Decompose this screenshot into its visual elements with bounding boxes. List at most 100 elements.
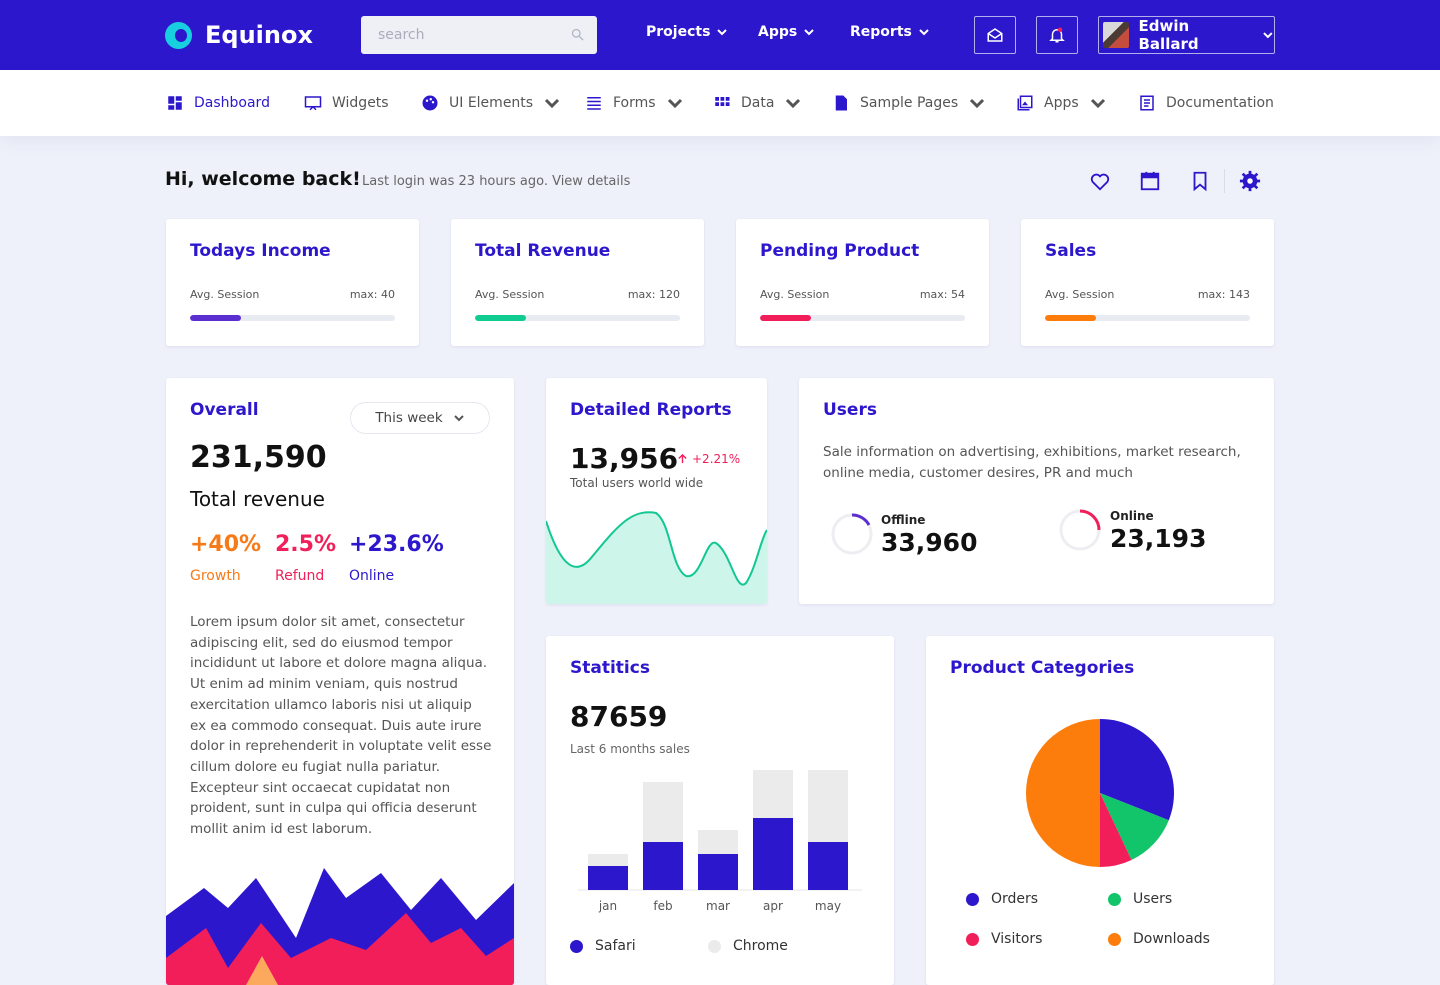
online-value: 23,193 [1110, 524, 1207, 553]
statistics-value: 87659 [570, 700, 668, 733]
legend-visitors: Visitors [966, 931, 1042, 947]
nav-reports[interactable]: Reports [850, 24, 930, 40]
metric-value: 2.5% [275, 532, 337, 557]
chevron-down-icon [919, 29, 929, 36]
offline-label: Offline [881, 513, 926, 527]
stat-label: Avg. Session [1045, 288, 1115, 301]
pie-slice-downloads [1026, 719, 1100, 867]
chevron-down-icon [667, 98, 682, 109]
progress-fill [760, 315, 812, 321]
mail-icon [987, 28, 1003, 42]
stat-card-total-revenue: Total Revenue Avg. Session max: 120 [451, 219, 704, 346]
subnav-sample-pages[interactable]: Sample Pages [832, 94, 986, 112]
x-tick-label: apr [763, 899, 783, 913]
avatar [1103, 22, 1129, 48]
period-select[interactable]: This week [350, 402, 490, 434]
chevron-down-icon [1090, 98, 1105, 109]
chevron-down-icon [717, 29, 728, 36]
legend-users: Users [1108, 891, 1172, 907]
report-change: +2.21% [692, 452, 741, 466]
subnav-data[interactable]: Data [713, 94, 802, 112]
legend-orders: Orders [966, 891, 1038, 907]
toolbar-divider [1224, 169, 1225, 193]
x-tick-label: mar [706, 899, 730, 913]
bar-safari-feb [643, 842, 683, 890]
palette-icon [422, 95, 438, 111]
bar-chrome-may [808, 770, 848, 842]
stat-max: max: 143 [1197, 288, 1250, 301]
stat-max: max: 54 [919, 288, 965, 301]
search-input[interactable] [361, 16, 597, 54]
card-title: Sales [1045, 241, 1097, 261]
card-title: Overall [190, 400, 259, 420]
card-title: Todays Income [190, 241, 331, 261]
chevron-down-icon [970, 98, 985, 109]
gear-icon[interactable] [1239, 170, 1261, 192]
mail-button[interactable] [974, 16, 1016, 54]
stat-card-todays-income: Todays Income Avg. Session max: 40 [166, 219, 419, 346]
overall-area-decoration [166, 868, 514, 985]
arrow-up-icon [678, 453, 687, 464]
offline-value: 33,960 [881, 528, 978, 557]
stat-max: max: 120 [627, 288, 680, 301]
progress-track [190, 315, 395, 321]
document-icon [1140, 95, 1154, 111]
card-title: Users [823, 400, 877, 420]
bar-safari-jan [588, 866, 628, 890]
users-card: Users Sale information on advertising, e… [799, 378, 1274, 604]
bar-chrome-mar [698, 830, 738, 854]
stat-label: Avg. Session [760, 288, 830, 301]
subnav-widgets[interactable]: Widgets [304, 94, 389, 112]
nav-apps[interactable]: Apps [758, 24, 815, 40]
heart-icon[interactable] [1089, 170, 1111, 192]
online-label: Online [1110, 509, 1154, 523]
last-login-text[interactable]: Last login was 23 hours ago. View detail… [362, 174, 630, 189]
search-icon[interactable] [570, 27, 585, 42]
brand-name: Equinox [205, 21, 313, 49]
categories-pie-chart [1026, 719, 1174, 867]
statistics-bar-chart: jan feb mar apr may [578, 770, 862, 913]
subnav-documentation[interactable]: Documentation [1138, 94, 1274, 112]
bar-safari-apr [753, 818, 793, 890]
statistics-caption: Last 6 months sales [570, 742, 690, 756]
user-menu[interactable]: Edwin Ballard [1098, 16, 1275, 54]
secondary-nav: Dashboard Widgets UI Elements Forms Data… [0, 70, 1440, 136]
bookmark-icon[interactable] [1189, 170, 1211, 192]
notifications-button[interactable] [1036, 16, 1078, 54]
subnav-forms[interactable]: Forms [585, 94, 684, 112]
subnav-ui-elements[interactable]: UI Elements [421, 94, 561, 112]
report-caption: Total users world wide [570, 476, 704, 490]
progress-track [475, 315, 680, 321]
calendar-icon[interactable] [1139, 170, 1161, 192]
offline-ring [831, 513, 873, 555]
nav-projects[interactable]: Projects [646, 24, 728, 40]
bell-icon [1049, 27, 1065, 43]
stat-card-pending-product: Pending Product Avg. Session max: 54 [736, 219, 989, 346]
users-wave-chart [546, 511, 767, 604]
overall-value: 231,590 [190, 440, 327, 475]
legend-downloads: Downloads [1108, 931, 1210, 947]
stat-card-sales: Sales Avg. Session max: 143 [1021, 219, 1274, 346]
grid-icon [715, 97, 730, 106]
progress-track [1045, 315, 1250, 321]
file-icon [835, 95, 847, 111]
metric-value: +40% [190, 532, 262, 557]
card-title: Total Revenue [475, 241, 611, 261]
bar-chrome-feb [643, 782, 683, 842]
bar-chrome-jan [588, 854, 628, 866]
chevron-down-icon [1263, 32, 1273, 39]
subnav-dashboard[interactable]: Dashboard [166, 94, 270, 112]
dashboard-icon [168, 96, 182, 110]
chevron-down-icon [786, 98, 801, 109]
card-title: Statitics [570, 658, 650, 678]
metric-value: +23.6% [349, 532, 444, 557]
x-tick-label: may [815, 899, 841, 913]
chevron-down-icon [453, 415, 464, 422]
stat-max: max: 40 [349, 288, 395, 301]
bar-safari-mar [698, 854, 738, 890]
card-title: Detailed Reports [570, 400, 732, 420]
progress-track [760, 315, 965, 321]
subnav-apps[interactable]: Apps [1016, 94, 1107, 112]
gallery-icon [1017, 95, 1033, 111]
legend-chrome: Chrome [708, 938, 788, 954]
